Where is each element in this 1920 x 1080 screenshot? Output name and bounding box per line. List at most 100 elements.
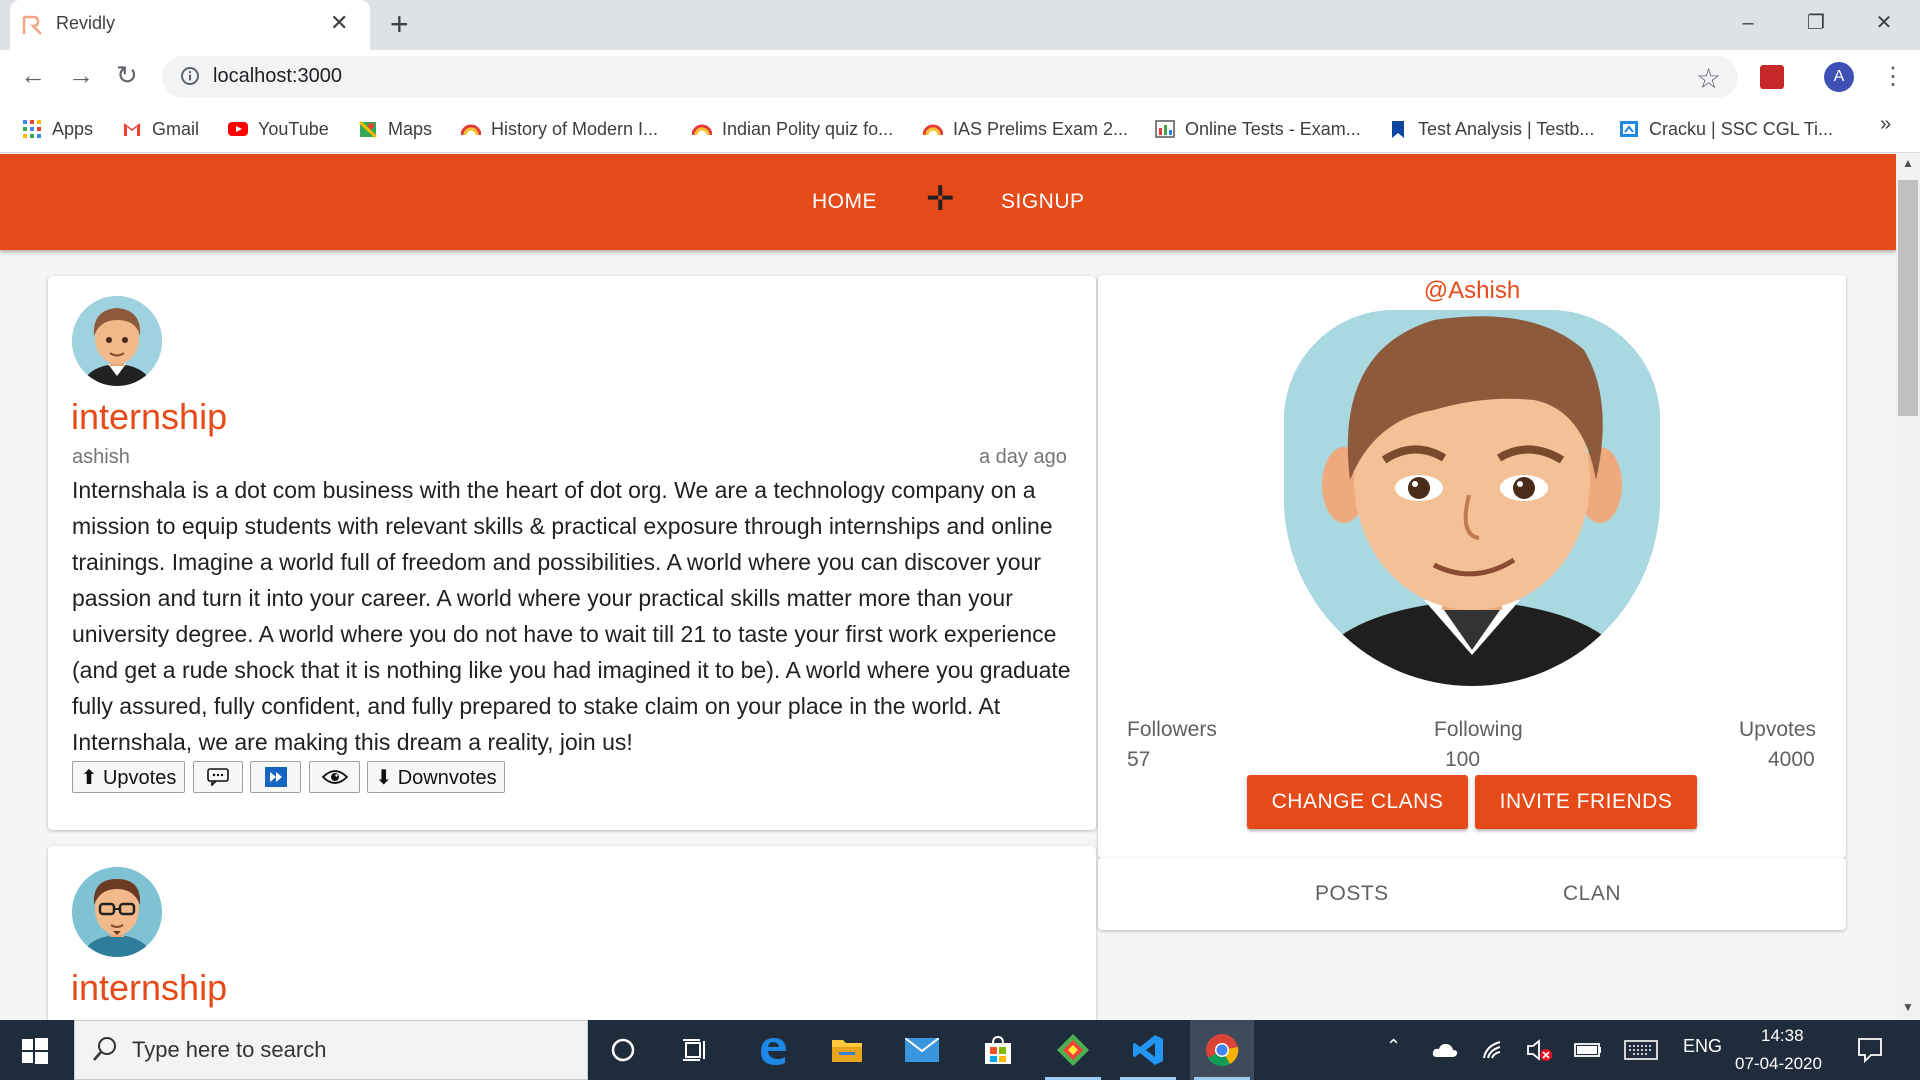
nav-signup-link[interactable]: SIGNUP — [1001, 190, 1085, 214]
nav-home-link[interactable]: HOME — [812, 190, 877, 214]
profile-avatar-large — [1284, 310, 1660, 686]
notifications-icon[interactable] — [1857, 1037, 1883, 1063]
task-view-button[interactable] — [664, 1020, 728, 1080]
mail-app[interactable] — [890, 1020, 954, 1080]
back-arrow-icon[interactable]: ← — [20, 60, 46, 91]
tab-clan[interactable]: CLAN — [1563, 882, 1621, 906]
bookmark-online-tests[interactable]: Online Tests - Exam... — [1155, 114, 1361, 144]
scroll-down-arrow-icon[interactable]: ▼ — [1902, 1000, 1914, 1014]
bookmark-indian-polity[interactable]: Indian Polity quiz fo... — [692, 114, 893, 144]
tray-overflow-icon[interactable]: ⌃ — [1386, 1036, 1401, 1057]
bookmark-apps[interactable]: Apps — [22, 114, 93, 144]
bookmark-ias-prelims[interactable]: IAS Prelims Exam 2... — [923, 114, 1128, 144]
post-author-avatar[interactable] — [72, 296, 162, 386]
upvote-button[interactable]: ⬆ Upvotes — [72, 761, 185, 793]
bookmark-label: Online Tests - Exam... — [1185, 118, 1361, 139]
followers-count[interactable]: 57 — [1127, 748, 1150, 772]
bookmark-icon — [1392, 121, 1404, 138]
tab-posts[interactable]: POSTS — [1315, 882, 1389, 906]
url-text[interactable]: localhost:3000 — [213, 65, 342, 88]
revidly-favicon-icon — [22, 15, 42, 35]
bookmark-label: Maps — [388, 118, 433, 139]
profile-tabs — [1098, 858, 1846, 930]
new-tab-button[interactable]: + — [390, 6, 409, 43]
edge-app[interactable] — [741, 1020, 805, 1080]
windows-start-icon[interactable] — [22, 1038, 48, 1064]
chrome-icon — [1206, 1034, 1239, 1067]
post-author-avatar[interactable] — [72, 867, 162, 957]
keyboard-icon[interactable] — [1624, 1040, 1658, 1060]
bookmark-test-analysis[interactable]: Test Analysis | Testb... — [1388, 114, 1594, 144]
forward-arrow-icon[interactable]: → — [68, 60, 94, 91]
change-clans-button[interactable]: CHANGE CLANS — [1247, 775, 1468, 829]
comment-button[interactable] — [193, 761, 243, 793]
wifi-icon[interactable] — [1482, 1038, 1506, 1060]
cortana-button[interactable] — [591, 1020, 655, 1080]
store-icon — [985, 1035, 1011, 1064]
chrome-app[interactable] — [1190, 1020, 1254, 1080]
reload-icon[interactable]: ↻ — [116, 60, 138, 91]
bookmark-cracku[interactable]: Cracku | SSC CGL Ti... — [1619, 114, 1833, 144]
profile-avatar[interactable]: A — [1824, 62, 1854, 92]
bookmark-label: History of Modern I... — [491, 118, 659, 139]
post-body: Internshala is a dot com business with t… — [72, 477, 1071, 755]
battery-icon[interactable] — [1574, 1042, 1602, 1058]
folder-icon — [832, 1040, 862, 1062]
clock-date[interactable]: 07-04-2020 — [1735, 1054, 1822, 1074]
store-app[interactable] — [966, 1020, 1030, 1080]
restore-button[interactable]: ❐ — [1788, 6, 1844, 40]
gmail-icon — [124, 123, 140, 136]
upvotes-count: 4000 — [1768, 748, 1815, 771]
invite-friends-button[interactable]: INVITE FRIENDS — [1475, 775, 1697, 829]
site-info-icon[interactable] — [180, 66, 200, 86]
browser-menu-icon[interactable]: ⋮ — [1881, 62, 1905, 91]
address-bar[interactable] — [162, 56, 1738, 98]
chart-icon — [1155, 120, 1175, 138]
close-window-button[interactable]: ✕ — [1856, 6, 1912, 40]
file-explorer-app[interactable] — [815, 1020, 879, 1080]
eye-icon — [321, 770, 348, 784]
task-view-icon — [683, 1039, 705, 1061]
rainbow-icon — [923, 124, 943, 136]
share-button[interactable] — [250, 761, 301, 793]
rainbow-icon — [692, 124, 712, 136]
post-timestamp: a day ago — [979, 446, 1067, 468]
git-app[interactable] — [1041, 1020, 1105, 1080]
followers-label: Followers — [1127, 718, 1217, 741]
cartoon-man-icon — [72, 296, 162, 386]
view-button[interactable] — [309, 761, 360, 793]
bookmark-star-icon[interactable]: ☆ — [1696, 62, 1721, 95]
scroll-up-arrow-icon[interactable]: ▲ — [1902, 156, 1914, 170]
following-count[interactable]: 100 — [1445, 748, 1480, 772]
maps-icon — [358, 120, 378, 139]
post-title[interactable]: internship — [71, 396, 227, 438]
search-placeholder[interactable]: Type here to search — [132, 1037, 326, 1063]
mail-icon — [905, 1038, 939, 1062]
post-title[interactable]: internship — [71, 967, 227, 1009]
search-icon — [93, 1037, 116, 1061]
bookmark-youtube[interactable]: YouTube — [228, 114, 329, 144]
cartoon-man-icon — [1284, 310, 1660, 686]
bookmarks-overflow-button[interactable]: » — [1880, 113, 1891, 136]
extension-icon[interactable] — [1760, 65, 1784, 89]
downvote-button[interactable]: ⬇ Downvotes — [367, 761, 505, 793]
scrollbar-thumb[interactable] — [1898, 180, 1918, 416]
fast-forward-icon — [264, 767, 287, 787]
cartoon-man-glasses-icon — [72, 867, 162, 957]
bookmark-maps[interactable]: Maps — [358, 114, 432, 144]
clock-time[interactable]: 14:38 — [1761, 1026, 1804, 1046]
minimize-button[interactable]: – — [1720, 6, 1776, 40]
bookmark-label: Gmail — [152, 118, 200, 139]
bookmark-gmail[interactable]: Gmail — [122, 114, 199, 144]
apps-grid-icon — [23, 120, 41, 138]
language-indicator[interactable]: ENG — [1683, 1036, 1722, 1057]
cracku-icon — [1620, 121, 1638, 137]
volume-muted-icon[interactable] — [1526, 1038, 1552, 1062]
vscode-app[interactable] — [1116, 1020, 1180, 1080]
tab-title: Revidly — [56, 13, 116, 33]
profile-handle[interactable]: @Ashish — [1098, 277, 1846, 305]
onedrive-cloud-icon[interactable] — [1432, 1040, 1458, 1058]
bookmark-history-of-modern[interactable]: History of Modern I... — [461, 114, 658, 144]
post-author[interactable]: ashish — [72, 446, 130, 469]
tab-close-icon[interactable]: ✕ — [330, 10, 348, 36]
